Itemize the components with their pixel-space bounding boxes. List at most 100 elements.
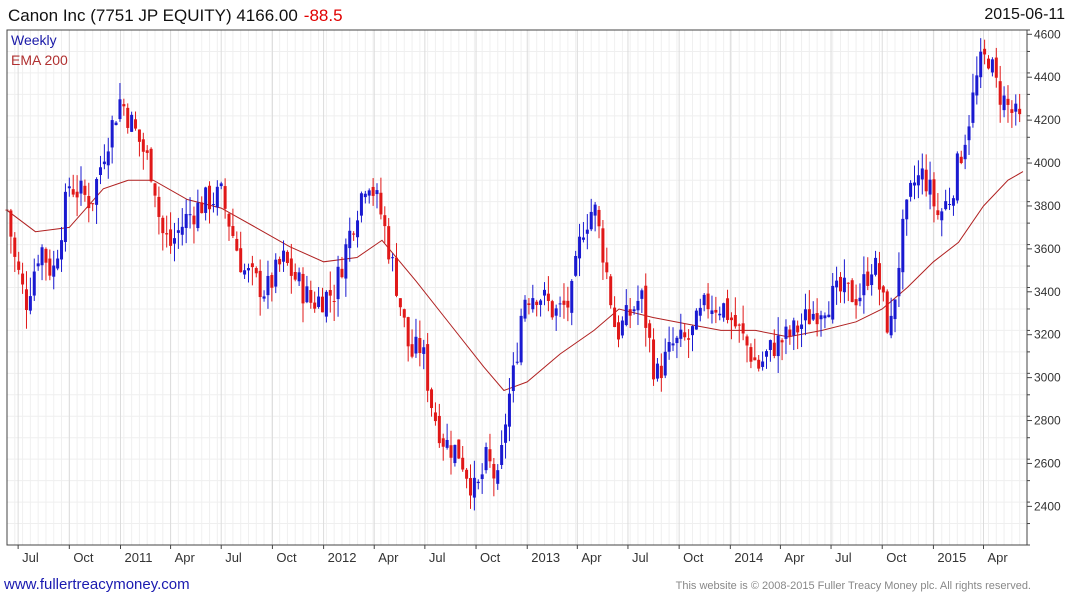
candle-body-down (126, 107, 130, 128)
candle-body-up (776, 335, 780, 357)
candle-body-up (967, 126, 971, 141)
candle-body-down (854, 299, 858, 306)
candle-body-up (297, 272, 301, 282)
candle-body-down (846, 282, 850, 284)
candle-body-up (67, 186, 71, 189)
candle-body-down (652, 339, 656, 380)
candle-body-up (52, 265, 56, 277)
candle-body-down (838, 276, 842, 292)
candle-body-up (539, 300, 543, 305)
candle-body-down (293, 271, 297, 280)
candle-body-up (375, 190, 379, 195)
y-tick-label: 3600 (1034, 242, 1061, 256)
candle-body-up (531, 298, 535, 310)
candle-body-up (667, 341, 671, 352)
x-tick-label: Jul (632, 550, 649, 565)
x-tick-label: Jul (22, 550, 39, 565)
x-tick-label: Jul (225, 550, 242, 565)
candle-body-up (901, 218, 905, 273)
candle-body-down (379, 192, 383, 215)
candle-body-down (402, 309, 406, 318)
candle-body-up (180, 226, 184, 235)
candle-body-up (640, 290, 644, 299)
y-tick-label: 3800 (1034, 199, 1061, 213)
candle-body-up (496, 470, 500, 484)
candle-body-down (313, 302, 317, 309)
candle-body-up (476, 481, 480, 484)
candle-body-down (605, 262, 609, 273)
candle-body-up (655, 363, 659, 379)
candle-body-down (987, 58, 991, 69)
candle-body-down (441, 438, 445, 447)
candle-body-up (768, 340, 772, 351)
candle-body-down (562, 300, 566, 305)
candle-body-down (807, 309, 811, 325)
candle-body-up (916, 175, 920, 186)
candle-body-down (24, 289, 28, 311)
candle-body-down (745, 336, 749, 346)
candle-body-down (239, 248, 243, 273)
candle-body-down (729, 317, 733, 321)
candle-body-up (274, 259, 278, 287)
candle-body-down (733, 314, 737, 327)
candle-body-down (492, 463, 496, 479)
candle-body-down (550, 301, 554, 318)
candle-body-down (749, 347, 753, 362)
candle-body-up (710, 310, 714, 314)
candle-body-down (122, 104, 126, 107)
candle-body-down (566, 300, 570, 308)
candle-body-down (457, 439, 461, 459)
candle-body-up (718, 313, 722, 316)
candle-body-up (909, 182, 913, 197)
legend-ema: EMA 200 (11, 52, 68, 68)
candle-body-up (764, 351, 768, 357)
x-tick-label: Jul (429, 550, 446, 565)
candle-body-up (523, 299, 527, 319)
candle-body-up (317, 296, 321, 307)
candle-body-up (928, 179, 932, 195)
candle-body-up (211, 204, 215, 206)
candle-body-down (601, 228, 605, 263)
candle-body-down (959, 156, 963, 164)
candle-body-up (578, 236, 582, 259)
candle-body-down (426, 344, 430, 391)
website-link[interactable]: www.fullertreacymoney.com (4, 576, 190, 593)
candle-body-down (134, 119, 138, 129)
candle-body-up (589, 211, 593, 230)
candle-body-down (535, 301, 539, 306)
candle-body-down (157, 196, 161, 217)
candle-body-up (102, 161, 106, 165)
x-tick-label: Apr (784, 550, 805, 565)
price-chart: 2400 2600 2800 3000 3200 3400 3600 3800 4000 4200… (5, 27, 1061, 565)
candle-body-down (137, 129, 141, 142)
candle-body-down (21, 273, 25, 285)
candle-body-up (624, 305, 628, 326)
candle-body-up (32, 271, 36, 296)
candle-body-up (519, 315, 523, 363)
candle-body-up (98, 167, 102, 176)
candle-body-down (924, 169, 928, 192)
candle-body-down (75, 191, 79, 198)
copyright-text: This website is © 2008-2015 Fuller Treac… (675, 580, 1031, 592)
candle-body-down (772, 342, 776, 356)
y-tick-label: 2600 (1034, 456, 1061, 470)
candle-body-down (406, 317, 410, 347)
candle-body-up (620, 320, 624, 336)
y-tick-label: 4600 (1034, 27, 1061, 41)
candle-body-up (515, 361, 519, 363)
candle-body-up (862, 274, 866, 296)
candle-body-up (940, 211, 944, 221)
candle-body-up (262, 296, 266, 299)
candle-body-down (609, 276, 613, 306)
candle-body-up (893, 299, 897, 320)
candle-body-down (546, 293, 550, 301)
candle-body-down (289, 258, 293, 276)
candle-body-down (468, 478, 472, 496)
candle-body-down (223, 186, 227, 209)
candle-body-up (1002, 95, 1006, 111)
candle-body-down (161, 217, 165, 234)
candle-body-down (648, 323, 652, 338)
candle-body-down (885, 291, 889, 333)
candle-body-up (905, 199, 909, 220)
candle-body-up (874, 257, 878, 275)
